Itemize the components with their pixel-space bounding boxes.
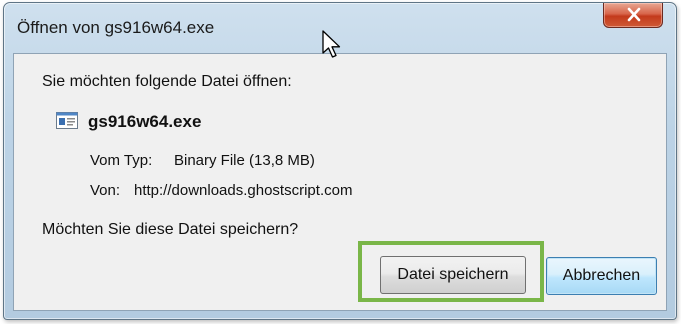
window-title: Öffnen von gs916w64.exe (17, 18, 215, 37)
dialog-heading: Sie möchten folgende Datei öffnen: (42, 73, 292, 90)
save-file-button[interactable]: Datei speichern (380, 256, 526, 294)
close-button[interactable] (603, 3, 663, 28)
close-icon (627, 7, 641, 22)
save-question: Möchten Sie diese Datei speichern? (42, 221, 299, 238)
cancel-button[interactable]: Abbrechen (546, 257, 657, 295)
type-value: Binary File (13,8 MB) (174, 152, 315, 169)
dialog-content: Sie möchten folgende Datei öffnen: gs916… (13, 53, 667, 311)
file-name: gs916w64.exe (88, 112, 202, 131)
source-label: Von: (90, 182, 121, 199)
type-label: Vom Typ: (90, 152, 153, 169)
source-value: http://downloads.ghostscript.com (134, 182, 353, 199)
mouse-cursor-icon (322, 30, 341, 58)
executable-file-icon (56, 112, 78, 129)
